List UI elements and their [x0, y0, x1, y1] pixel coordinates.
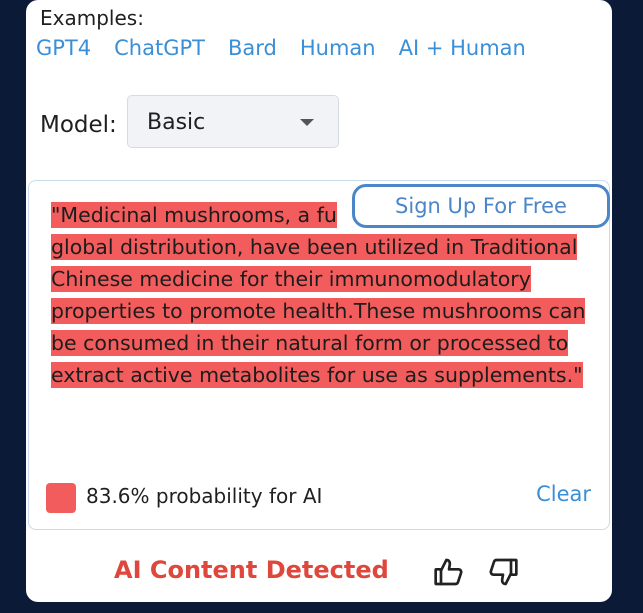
example-link-bard[interactable]: Bard	[228, 36, 277, 60]
model-selected-value: Basic	[147, 110, 206, 135]
example-link-gpt4[interactable]: GPT4	[36, 36, 91, 60]
verdict-text: AI Content Detected	[114, 556, 389, 584]
examples-label: Examples:	[40, 6, 144, 30]
ai-color-swatch	[46, 483, 76, 513]
chevron-down-icon	[300, 119, 314, 126]
model-select[interactable]: Basic	[127, 95, 339, 148]
thumbs-down-icon[interactable]	[486, 556, 520, 588]
thumbs-up-icon[interactable]	[432, 556, 466, 588]
highlighted-text-rest: global distribution, have been utilized …	[51, 234, 586, 388]
probability-text: 83.6% probability for AI	[86, 484, 323, 508]
example-link-ai-human[interactable]: AI + Human	[399, 36, 526, 60]
example-link-human[interactable]: Human	[300, 36, 376, 60]
example-link-chatgpt[interactable]: ChatGPT	[114, 36, 205, 60]
text-input-area[interactable]: "Medicinal mushrooms, a fu global distri…	[28, 180, 610, 530]
clear-button[interactable]: Clear	[536, 482, 591, 506]
sign-up-button[interactable]: Sign Up For Free	[352, 184, 610, 228]
detector-card: Examples: GPT4 ChatGPT Bard Human AI + H…	[26, 0, 612, 602]
model-label: Model:	[40, 112, 117, 138]
highlighted-text-start: "Medicinal mushrooms, a fu	[51, 202, 337, 228]
examples-links: GPT4 ChatGPT Bard Human AI + Human	[36, 36, 549, 60]
